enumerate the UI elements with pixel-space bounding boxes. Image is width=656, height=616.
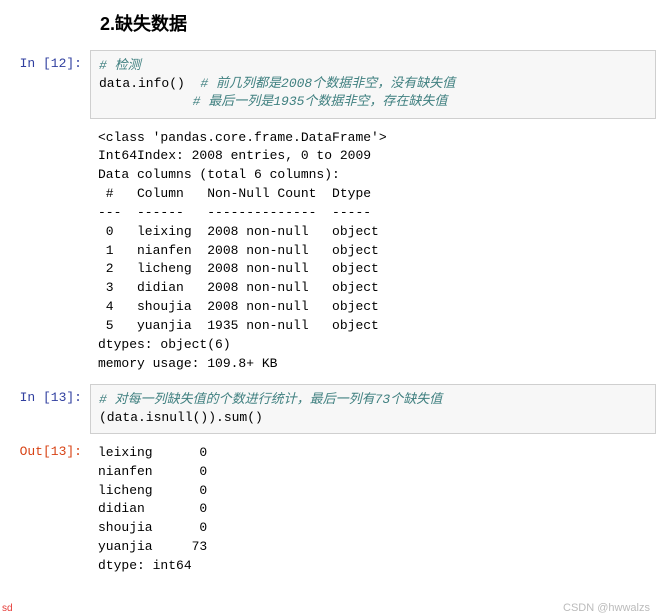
code-call: data.info() — [99, 76, 185, 91]
code-line: (data.isnull()).sum() — [99, 410, 263, 425]
cell-in-13: In [13]: # 对每一列缺失值的个数进行统计，最后一列有73个缺失值 (d… — [0, 384, 656, 434]
watermark: CSDN @hwwalzs — [563, 602, 650, 614]
prompt-in-13: In [13]: — [0, 384, 90, 405]
section-heading: 2.缺失数据 — [0, 0, 656, 50]
prompt-out-13: Out[13]: — [0, 438, 90, 459]
cell-out-12: <class 'pandas.core.frame.DataFrame'> In… — [0, 123, 656, 380]
cell-in-12: In [12]: # 检测 data.info() # 前几列都是2008个数据… — [0, 50, 656, 119]
output-13: leixing 0 nianfen 0 licheng 0 didian 0 s… — [90, 438, 656, 582]
prompt-empty — [0, 123, 90, 129]
code-comment: # 前几列都是2008个数据非空，没有缺失值 — [185, 76, 455, 91]
corner-mark: sd — [2, 603, 13, 614]
code-comment: # 对每一列缺失值的个数进行统计，最后一列有73个缺失值 — [99, 392, 442, 407]
output-12: <class 'pandas.core.frame.DataFrame'> In… — [90, 123, 656, 380]
code-in-13[interactable]: # 对每一列缺失值的个数进行统计，最后一列有73个缺失值 (data.isnul… — [90, 384, 656, 434]
prompt-in-12: In [12]: — [0, 50, 90, 71]
cell-out-13: Out[13]: leixing 0 nianfen 0 licheng 0 d… — [0, 438, 656, 582]
code-in-12[interactable]: # 检测 data.info() # 前几列都是2008个数据非空，没有缺失值 … — [90, 50, 656, 119]
code-comment: # 最后一列是1935个数据非空，存在缺失值 — [99, 94, 447, 109]
code-comment: # 检测 — [99, 58, 141, 73]
